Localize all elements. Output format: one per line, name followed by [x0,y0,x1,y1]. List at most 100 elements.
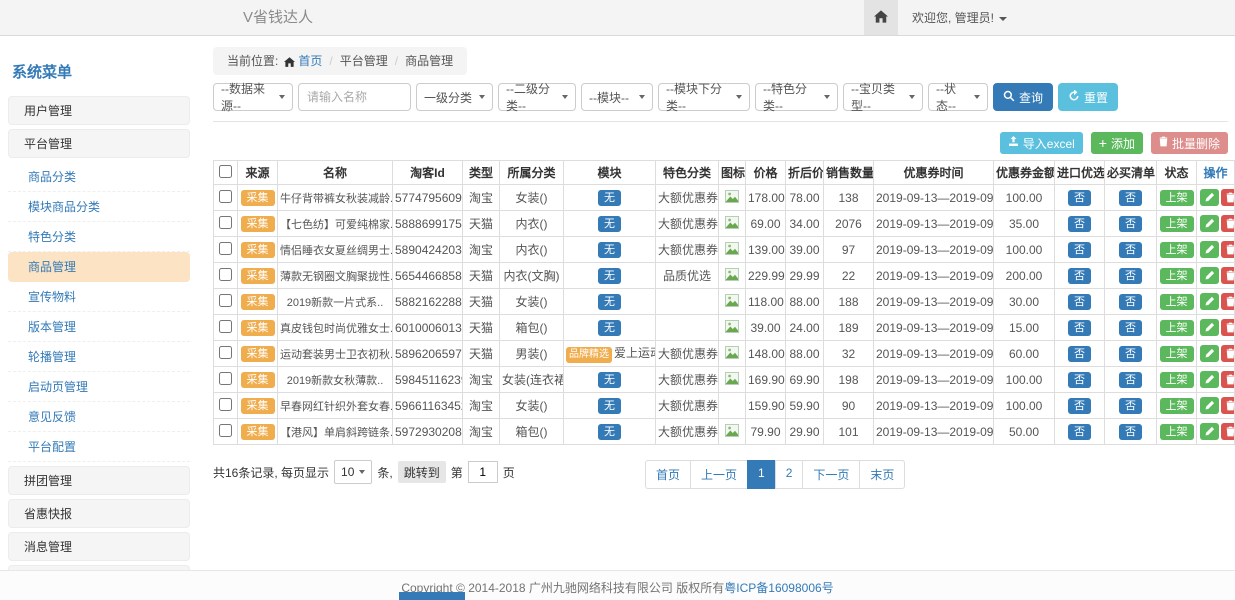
edit-button[interactable] [1200,345,1219,362]
must-buy-badge[interactable]: 否 [1119,346,1142,362]
edit-button[interactable] [1200,371,1219,388]
sidebar-item[interactable]: 平台管理 [8,129,190,158]
imported-badge[interactable]: 否 [1068,294,1091,310]
module-badge[interactable]: 无 [598,294,621,310]
module-badge[interactable]: 无 [598,424,621,440]
sidebar-subitem[interactable]: 版本管理 [8,312,190,342]
edit-button[interactable] [1200,267,1219,284]
sidebar-subitem[interactable]: 特色分类 [8,222,190,252]
jump-page-input[interactable] [468,461,498,483]
jump-button[interactable]: 跳转到 [398,461,446,483]
edit-button[interactable] [1200,397,1219,414]
delete-button[interactable] [1221,319,1235,336]
row-checkbox[interactable] [219,294,232,307]
sidebar-item[interactable]: 省惠快报 [8,499,190,528]
home-button[interactable] [864,0,898,35]
must-buy-badge[interactable]: 否 [1119,242,1142,258]
delete-button[interactable] [1221,189,1235,206]
status-badge[interactable]: 上架 [1160,398,1194,414]
delete-button[interactable] [1221,423,1235,440]
row-checkbox[interactable] [219,346,232,359]
must-buy-badge[interactable]: 否 [1119,294,1142,310]
row-checkbox[interactable] [219,398,232,411]
imported-badge[interactable]: 否 [1068,398,1091,414]
sidebar-subitem[interactable]: 平台配置 [8,432,190,462]
imported-badge[interactable]: 否 [1068,346,1091,362]
sidebar-item[interactable]: 拼团管理 [8,466,190,495]
imported-badge[interactable]: 否 [1068,320,1091,336]
must-buy-badge[interactable]: 否 [1119,216,1142,232]
status-badge[interactable]: 上架 [1160,346,1194,362]
must-buy-badge[interactable]: 否 [1119,424,1142,440]
imported-badge[interactable]: 否 [1068,424,1091,440]
imported-badge[interactable]: 否 [1068,190,1091,206]
delete-button[interactable] [1221,293,1235,310]
must-buy-badge[interactable]: 否 [1119,372,1142,388]
imported-badge[interactable]: 否 [1068,216,1091,232]
delete-button[interactable] [1221,267,1235,284]
must-buy-badge[interactable]: 否 [1119,320,1142,336]
filter-select[interactable]: --特色分类-- [755,83,838,111]
must-buy-badge[interactable]: 否 [1119,268,1142,284]
filter-select[interactable]: 一级分类 [416,83,493,111]
page-size-select[interactable]: 10 [334,460,372,484]
edit-button[interactable] [1200,293,1219,310]
filter-select[interactable]: --模块下分类-- [658,83,750,111]
module-badge[interactable]: 无 [598,320,621,336]
delete-button[interactable] [1221,215,1235,232]
pager-button[interactable]: 1 [747,460,776,489]
module-badge[interactable]: 无 [598,268,621,284]
status-badge[interactable]: 上架 [1160,242,1194,258]
must-buy-badge[interactable]: 否 [1119,398,1142,414]
module-badge[interactable]: 无 [598,216,621,232]
sidebar-item[interactable]: 用户管理 [8,96,190,125]
module-badge[interactable]: 无 [598,190,621,206]
status-badge[interactable]: 上架 [1160,372,1194,388]
delete-button[interactable] [1221,397,1235,414]
edit-button[interactable] [1200,215,1219,232]
status-badge[interactable]: 上架 [1160,294,1194,310]
sidebar-subitem[interactable]: 商品管理 [8,252,190,282]
status-badge[interactable]: 上架 [1160,268,1194,284]
row-checkbox[interactable] [219,216,232,229]
status-badge[interactable]: 上架 [1160,424,1194,440]
row-checkbox[interactable] [219,242,232,255]
reset-button[interactable]: 重置 [1058,83,1118,111]
pager-button[interactable]: 上一页 [690,460,748,489]
module-badge[interactable]: 无 [598,242,621,258]
delete-button[interactable] [1221,241,1235,258]
status-badge[interactable]: 上架 [1160,320,1194,336]
row-checkbox[interactable] [219,424,232,437]
imported-badge[interactable]: 否 [1068,268,1091,284]
edit-button[interactable] [1200,241,1219,258]
edit-button[interactable] [1200,189,1219,206]
sidebar-subitem[interactable]: 商品分类 [8,162,190,192]
delete-button[interactable] [1221,371,1235,388]
filter-select[interactable]: --宝贝类型-- [843,83,923,111]
query-button[interactable]: 查询 [993,83,1053,111]
sidebar-subitem[interactable]: 意见反馈 [8,402,190,432]
sidebar-subitem[interactable]: 模块商品分类 [8,192,190,222]
edit-button[interactable] [1200,423,1219,440]
sidebar-subitem[interactable]: 启动页管理 [8,372,190,402]
delete-button[interactable] [1221,345,1235,362]
filter-select[interactable]: --模块-- [581,83,653,111]
edit-button[interactable] [1200,319,1219,336]
sidebar-subitem[interactable]: 宣传物料 [8,282,190,312]
status-badge[interactable]: 上架 [1160,216,1194,232]
select-all-checkbox[interactable] [219,165,232,178]
pager-button[interactable]: 下一页 [802,460,860,489]
row-checkbox[interactable] [219,320,232,333]
module-badge[interactable]: 无 [598,372,621,388]
batch-delete-button[interactable]: 批量删除 [1151,132,1228,154]
breadcrumb-home-link[interactable]: 首页 [298,54,322,68]
row-checkbox[interactable] [219,190,232,203]
sidebar-item[interactable]: 消息管理 [8,532,190,561]
import-excel-button[interactable]: 导入excel [1000,132,1083,154]
pager-button[interactable]: 末页 [859,460,905,489]
module-badge[interactable]: 品牌精选 [566,347,612,363]
module-badge[interactable]: 无 [598,398,621,414]
pager-button[interactable]: 2 [775,460,804,489]
filter-select[interactable]: --数据来源-- [213,83,293,111]
icp-link[interactable]: 粤ICP备16098006号 [724,581,833,595]
